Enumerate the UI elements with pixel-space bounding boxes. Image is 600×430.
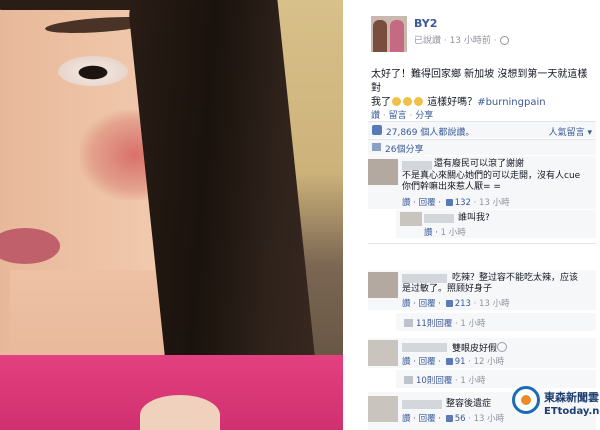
reply-name-redacted[interactable] bbox=[424, 214, 454, 223]
shares-bar: 26個分享 bbox=[368, 139, 596, 155]
emoji-icon bbox=[414, 97, 423, 106]
commenter-avatar[interactable] bbox=[368, 396, 398, 422]
author-avatar[interactable] bbox=[371, 16, 407, 52]
comment-text: 你們幹嘛出來惹人厭= = bbox=[402, 182, 501, 192]
post-actions: 讚 · 留言 · 分享 bbox=[371, 111, 434, 121]
comment-text: 整容後遺症 bbox=[446, 399, 492, 409]
share-icon bbox=[372, 143, 381, 151]
logo-dot bbox=[521, 395, 531, 405]
comment-text: 不是真心來關心她們的可以走開，沒有人cue bbox=[402, 171, 581, 181]
commenter-avatar[interactable] bbox=[368, 272, 398, 298]
commenter-name-redacted[interactable] bbox=[402, 161, 432, 170]
facebook-post-panel: BY2 已說讚 · 13 小時前 · 太好了！難得回家鄉 新加坡 沒想到第一天就… bbox=[356, 0, 600, 430]
like-icon bbox=[445, 199, 453, 206]
like-icon bbox=[445, 358, 453, 365]
eye bbox=[58, 56, 128, 86]
collar-skin bbox=[140, 395, 220, 430]
comment-actions[interactable]: 讚 · 回覆 · 56 · 13 小時 bbox=[402, 412, 504, 424]
thumbs-up-icon bbox=[372, 125, 382, 135]
like-icon bbox=[445, 300, 453, 307]
ettoday-logo-icon bbox=[512, 386, 540, 414]
post-meta: 已說讚 · 13 小時前 · bbox=[414, 33, 509, 46]
commenter-name-redacted[interactable] bbox=[402, 343, 447, 352]
selfie-photo bbox=[0, 0, 343, 430]
reply-icon bbox=[404, 376, 413, 384]
comment-text: 吃辣？整过容不能吃太辣，应该 bbox=[452, 273, 579, 283]
shares-count[interactable]: 26個分享 bbox=[385, 142, 423, 155]
like-icon bbox=[445, 415, 453, 422]
globe-icon bbox=[499, 36, 509, 45]
emoji-icon bbox=[403, 97, 412, 106]
comment-text: 是过敏了。照顾好身子 bbox=[402, 284, 493, 294]
hashtag-link[interactable]: #burningpain bbox=[477, 97, 545, 108]
like-link[interactable]: 讚 bbox=[371, 111, 380, 121]
view-replies-link[interactable]: 11則回覆 · 1 小時 bbox=[404, 317, 486, 329]
reply-actions[interactable]: 讚 · 1 小時 bbox=[424, 226, 466, 238]
emoji-icon bbox=[392, 97, 401, 106]
comment-text: 還有廢民可以滾了謝謝 bbox=[434, 159, 525, 169]
gap bbox=[343, 0, 355, 430]
reply-icon bbox=[404, 319, 413, 327]
smile-icon bbox=[497, 342, 508, 352]
likes-count[interactable]: 27,869 個人都說讚。 bbox=[386, 125, 474, 138]
commenter-name-redacted[interactable] bbox=[402, 274, 447, 283]
author-name[interactable]: BY2 bbox=[414, 17, 437, 30]
top-comments-dropdown[interactable]: 人氣留言 ▾ bbox=[549, 125, 592, 138]
comment-actions[interactable]: 讚 · 回覆 · 132 · 13 小時 bbox=[402, 196, 510, 208]
lips bbox=[0, 228, 60, 264]
avatar-person-left bbox=[373, 20, 387, 52]
ettoday-watermark: 東森新聞雲 ETtoday.net bbox=[512, 384, 600, 430]
watermark-name: 東森新聞雲 bbox=[544, 391, 599, 404]
commenter-avatar[interactable] bbox=[368, 159, 398, 185]
comment-text: 雙眼皮好假 bbox=[452, 342, 508, 355]
commenter-avatar[interactable] bbox=[368, 340, 398, 366]
comment-actions[interactable]: 讚 · 回覆 · 213 · 13 小時 bbox=[402, 297, 510, 309]
comment-actions[interactable]: 讚 · 回覆 · 91 · 12 小時 bbox=[402, 355, 504, 367]
avatar-person-right bbox=[390, 20, 404, 52]
reply-avatar[interactable] bbox=[400, 212, 422, 226]
view-replies-link[interactable]: 10則回覆 · 1 小時 bbox=[404, 374, 486, 386]
watermark-domain: ETtoday.net bbox=[544, 406, 600, 417]
reply-text: 誰叫我? bbox=[458, 213, 490, 223]
share-link[interactable]: 分享 bbox=[415, 111, 433, 121]
likes-bar: 27,869 個人都說讚。 人氣留言 ▾ bbox=[368, 121, 596, 138]
commenter-name-redacted[interactable] bbox=[402, 400, 442, 409]
post-text: 太好了！難得回家鄉 新加坡 沒想到第一天就這樣對 我了 這樣好嗎？#burnin… bbox=[371, 69, 588, 108]
comment-link[interactable]: 留言 bbox=[389, 111, 407, 121]
divider bbox=[368, 243, 596, 244]
